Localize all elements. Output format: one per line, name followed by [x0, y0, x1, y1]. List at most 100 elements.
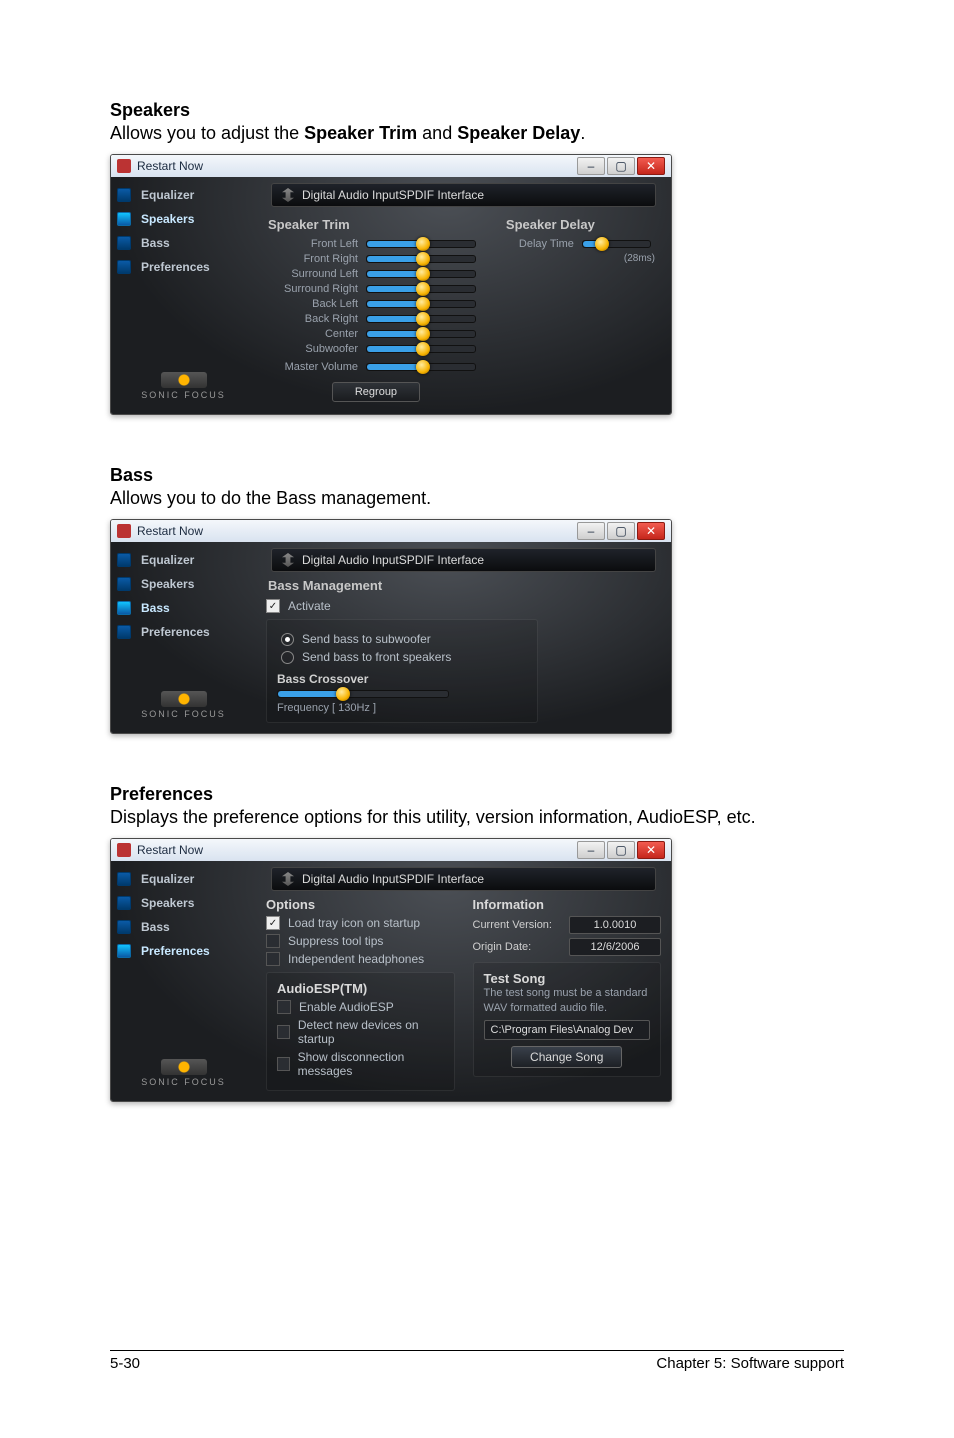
- suppress-tips-checkbox[interactable]: Suppress tool tips: [266, 934, 455, 948]
- tab-label: Speakers: [141, 577, 194, 591]
- window-titlebar[interactable]: Restart Now – ▢ ✕: [111, 155, 671, 177]
- bass-to-subwoofer-radio[interactable]: Send bass to subwoofer: [281, 632, 527, 646]
- trim-label: Surround Left: [266, 268, 366, 280]
- radio-icon: [281, 651, 294, 664]
- options-header: Options: [266, 897, 455, 912]
- master-volume-slider[interactable]: [366, 363, 476, 371]
- test-song-path[interactable]: C:\Program Files\Analog Dev: [484, 1020, 651, 1040]
- tab-icon: [117, 236, 131, 250]
- tab-speakers[interactable]: Speakers: [111, 207, 256, 231]
- device-selector[interactable]: Digital Audio InputSPDIF Interface: [271, 183, 656, 207]
- device-selector[interactable]: Digital Audio InputSPDIF Interface: [271, 548, 656, 572]
- tab-label: Equalizer: [141, 553, 194, 567]
- section-speakers: Speakers Allows you to adjust the Speake…: [110, 100, 844, 415]
- tab-bass[interactable]: Bass: [111, 596, 256, 620]
- bass-crossover-slider[interactable]: [277, 690, 449, 698]
- tab-label: Speakers: [141, 212, 194, 226]
- minimize-button[interactable]: –: [577, 522, 605, 540]
- audioesp-header: AudioESP(TM): [277, 981, 444, 996]
- page-number: 5-30: [110, 1355, 140, 1372]
- tab-icon: [117, 553, 131, 567]
- window-titlebar[interactable]: Restart Now – ▢ ✕: [111, 520, 671, 542]
- window-title: Restart Now: [137, 843, 203, 857]
- preferences-heading: Preferences: [110, 784, 844, 805]
- updown-icon: [282, 553, 294, 567]
- enable-audioesp-checkbox[interactable]: Enable AudioESP: [277, 1000, 444, 1014]
- tab-preferences[interactable]: Preferences: [111, 620, 256, 644]
- tab-speakers[interactable]: Speakers: [111, 572, 256, 596]
- checkbox-icon: [266, 934, 280, 948]
- trim-subwoofer-slider[interactable]: [366, 345, 476, 353]
- checkbox-label: Independent headphones: [288, 952, 424, 966]
- close-button[interactable]: ✕: [637, 841, 665, 859]
- speaker-delay-header: Speaker Delay: [506, 217, 661, 232]
- version-value: 1.0.0010: [569, 916, 661, 934]
- trim-front-right-slider[interactable]: [366, 255, 476, 263]
- device-label: Digital Audio InputSPDIF Interface: [302, 872, 484, 886]
- tab-equalizer[interactable]: Equalizer: [111, 548, 256, 572]
- independent-headphones-checkbox[interactable]: Independent headphones: [266, 952, 455, 966]
- checkbox-icon: [277, 1000, 291, 1014]
- close-button[interactable]: ✕: [637, 157, 665, 175]
- trim-surround-left-slider[interactable]: [366, 270, 476, 278]
- window-titlebar[interactable]: Restart Now – ▢ ✕: [111, 839, 671, 861]
- page-footer: 5-30 Chapter 5: Software support: [110, 1350, 844, 1372]
- detect-devices-checkbox[interactable]: Detect new devices on startup: [277, 1018, 444, 1046]
- tab-preferences[interactable]: Preferences: [111, 255, 256, 279]
- trim-back-left-slider[interactable]: [366, 300, 476, 308]
- trim-back-right-slider[interactable]: [366, 315, 476, 323]
- device-label: Digital Audio InputSPDIF Interface: [302, 188, 484, 202]
- maximize-button[interactable]: ▢: [607, 157, 635, 175]
- trim-label: Subwoofer: [266, 343, 366, 355]
- brand-logo: SONIC FOCUS: [111, 354, 256, 414]
- app-icon: [117, 843, 131, 857]
- minimize-button[interactable]: –: [577, 841, 605, 859]
- trim-label: Back Right: [266, 313, 366, 325]
- window-title: Restart Now: [137, 159, 203, 173]
- speakers-heading: Speakers: [110, 100, 844, 121]
- trim-label: Center: [266, 328, 366, 340]
- show-disconnect-checkbox[interactable]: Show disconnection messages: [277, 1050, 444, 1078]
- trim-label: Master Volume: [266, 361, 366, 373]
- tab-icon: [117, 872, 131, 886]
- trim-surround-right-slider[interactable]: [366, 285, 476, 293]
- tab-label: Equalizer: [141, 872, 194, 886]
- tab-label: Bass: [141, 236, 170, 250]
- preferences-description: Displays the preference options for this…: [110, 807, 844, 828]
- trim-center-slider[interactable]: [366, 330, 476, 338]
- tab-bass[interactable]: Bass: [111, 231, 256, 255]
- bass-crossover-header: Bass Crossover: [277, 672, 527, 686]
- radio-label: Send bass to subwoofer: [302, 632, 431, 646]
- tab-speakers[interactable]: Speakers: [111, 891, 256, 915]
- tab-equalizer[interactable]: Equalizer: [111, 867, 256, 891]
- maximize-button[interactable]: ▢: [607, 841, 635, 859]
- sidebar: Equalizer Speakers Bass Preferences SONI…: [111, 861, 256, 1101]
- bass-heading: Bass: [110, 465, 844, 486]
- tab-preferences[interactable]: Preferences: [111, 939, 256, 963]
- close-button[interactable]: ✕: [637, 522, 665, 540]
- updown-icon: [282, 872, 294, 886]
- maximize-button[interactable]: ▢: [607, 522, 635, 540]
- device-label: Digital Audio InputSPDIF Interface: [302, 553, 484, 567]
- tab-label: Bass: [141, 920, 170, 934]
- tab-bass[interactable]: Bass: [111, 915, 256, 939]
- sidebar: Equalizer Speakers Bass Preferences SONI…: [111, 542, 256, 733]
- change-song-button[interactable]: Change Song: [511, 1046, 622, 1068]
- regroup-button[interactable]: Regroup: [332, 382, 420, 402]
- brand-text: SONIC FOCUS: [141, 709, 226, 719]
- t: .: [580, 123, 585, 143]
- activate-checkbox[interactable]: ✓Activate: [266, 599, 661, 613]
- trim-front-left-slider[interactable]: [366, 240, 476, 248]
- tab-label: Preferences: [141, 944, 210, 958]
- bass-to-front-radio[interactable]: Send bass to front speakers: [281, 650, 527, 664]
- delay-time-slider[interactable]: [582, 240, 651, 248]
- device-selector[interactable]: Digital Audio InputSPDIF Interface: [271, 867, 656, 891]
- tab-equalizer[interactable]: Equalizer: [111, 183, 256, 207]
- tab-icon: [117, 601, 131, 615]
- chapter-label: Chapter 5: Software support: [656, 1355, 844, 1372]
- minimize-button[interactable]: –: [577, 157, 605, 175]
- checkbox-label: Activate: [288, 599, 331, 613]
- tray-icon-checkbox[interactable]: ✓Load tray icon on startup: [266, 916, 455, 930]
- trim-label: Front Left: [266, 238, 366, 250]
- tab-icon: [117, 260, 131, 274]
